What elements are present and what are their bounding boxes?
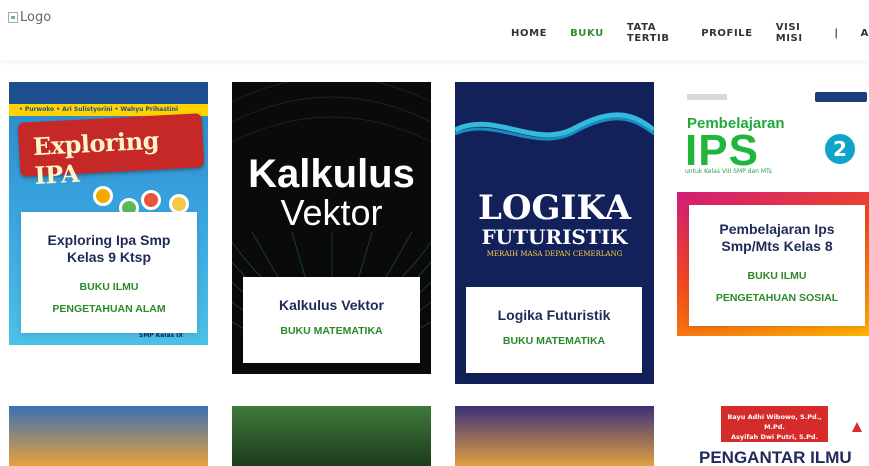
- nav-tata-tertib[interactable]: TATA TERTIB: [627, 22, 678, 44]
- main-nav: HOME BUKU TATA TERTIB PROFILE VISI MISI …: [511, 22, 869, 44]
- book-card-exploring-ipa[interactable]: • Purwoko • Ari Sulistyorini • Wahyu Pri…: [9, 82, 208, 345]
- book-card-partial-1[interactable]: [9, 406, 208, 466]
- book-card-partial-2[interactable]: [232, 406, 431, 466]
- book-title[interactable]: Kalkulus Vektor: [243, 297, 420, 314]
- book-card-kalkulus-vektor[interactable]: Kalkulus Vektor Kalkulus Vektor BUKU MAT…: [232, 82, 431, 374]
- book-card-logika-futuristik[interactable]: LOGIKA FUTURISTIK MERAIH MASA DEPAN CEME…: [455, 82, 654, 384]
- book-category-line1[interactable]: BUKU ILMU: [689, 265, 865, 287]
- book-category-line1[interactable]: BUKU MATEMATIKA: [466, 330, 642, 352]
- cover-line2: FUTURISTIK: [481, 225, 628, 249]
- book-category-line2[interactable]: PENGETAHUAN ALAM: [21, 298, 197, 320]
- book-info-box: Logika Futuristik BUKU MATEMATIKA: [466, 287, 642, 373]
- nav-buku[interactable]: BUKU: [570, 28, 604, 39]
- book-card-partial-3[interactable]: [455, 406, 654, 466]
- cover-publisher-badge: [815, 92, 867, 102]
- cover-orb: [141, 190, 161, 210]
- book-info-box: Kalkulus Vektor BUKU MATEMATIKA: [243, 277, 420, 363]
- nav-profile[interactable]: PROFILE: [701, 28, 753, 39]
- publisher-logo-icon: [852, 422, 862, 432]
- book-card-pembelajaran-ips[interactable]: Pembelajaran IPS 2 untuk Kelas VIII SMP …: [677, 82, 869, 336]
- cover-title-partial: PENGANTAR ILMU: [699, 448, 852, 466]
- nav-visi-misi[interactable]: VISI MISI: [776, 22, 814, 44]
- book-category-line2[interactable]: PENGETAHUAN SOSIAL: [689, 287, 865, 309]
- cover-author-2: Asyifah Dwi Putri, S.Pd.: [730, 433, 819, 441]
- cover-author-1: Bayu Adhi Wibowo, S.Pd., M.Pd.: [727, 413, 822, 431]
- book-category-line1[interactable]: BUKU ILMU: [21, 276, 197, 298]
- book-info-box: Exploring Ipa Smp Kelas 9 Ktsp BUKU ILMU…: [21, 212, 197, 333]
- cover-orb: [93, 186, 113, 206]
- book-info-box: Pembelajaran Ips Smp/Mts Kelas 8 BUKU IL…: [689, 205, 865, 326]
- cover-publisher-left: [687, 94, 727, 100]
- cover-title: Exploring IPA: [32, 125, 160, 191]
- cover-authors: Bayu Adhi Wibowo, S.Pd., M.Pd. Asyifah D…: [721, 412, 828, 442]
- site-header: Logo HOME BUKU TATA TERTIB PROFILE VISI …: [0, 0, 869, 60]
- cover-title-banner: Exploring IPA: [17, 113, 205, 190]
- cover-number-badge: 2: [825, 134, 855, 164]
- site-logo[interactable]: Logo: [8, 10, 51, 25]
- cover-line2: Vektor: [280, 192, 383, 233]
- nav-truncated-item[interactable]: A: [861, 28, 869, 39]
- book-title[interactable]: Logika Futuristik: [466, 307, 642, 324]
- broken-image-icon: [8, 12, 18, 23]
- book-card-partial-4[interactable]: Bayu Adhi Wibowo, S.Pd., M.Pd. Asyifah D…: [677, 406, 869, 466]
- nav-home[interactable]: HOME: [511, 28, 547, 39]
- cover-top-bar: [9, 82, 208, 104]
- book-title[interactable]: Pembelajaran Ips Smp/Mts Kelas 8: [689, 221, 865, 255]
- cover-line1: LOGIKA: [477, 188, 632, 228]
- cover-footer: SMP Kelas IX: [139, 332, 184, 339]
- cover-orb: [169, 194, 189, 214]
- book-category-line1[interactable]: BUKU MATEMATIKA: [243, 320, 420, 342]
- cover-wave-graphic: [455, 112, 654, 141]
- logo-alt-text: Logo: [20, 10, 52, 25]
- cover-tagline: MERAIH MASA DEPAN CEMERLANG: [486, 250, 623, 258]
- book-title[interactable]: Exploring Ipa Smp Kelas 9 Ktsp: [21, 232, 197, 266]
- cover-authors: • Purwoko • Ari Sulistyorini • Wahyu Pri…: [19, 106, 179, 113]
- nav-separator: |: [834, 27, 839, 39]
- cover-line1: Kalkulus: [248, 152, 415, 196]
- cover-subtitle: untuk Kelas VIII SMP dan MTs: [685, 168, 772, 175]
